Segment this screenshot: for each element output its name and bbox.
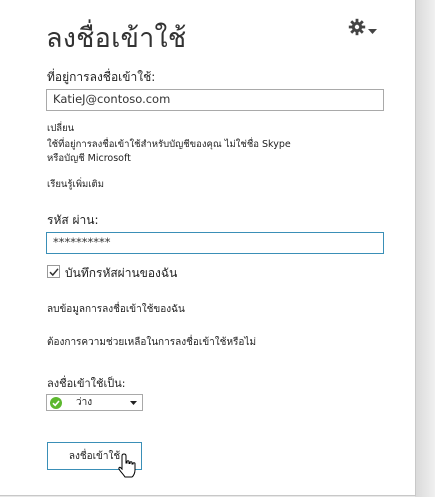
signin-address-input[interactable]: KatieJ@contoso.com <box>46 89 384 111</box>
status-dropdown[interactable]: ว่าง <box>46 394 143 411</box>
options-menu-button[interactable] <box>348 16 380 42</box>
status-value: ว่าง <box>76 397 93 408</box>
learn-more-link[interactable]: เรียนรู้เพิ่มเติม <box>47 178 104 191</box>
save-password-label[interactable]: บันทึกรหัสผ่านของฉัน <box>65 264 177 283</box>
password-input[interactable]: ********** <box>46 232 384 254</box>
window-shadow <box>415 0 435 497</box>
chevron-down-icon <box>368 20 377 39</box>
password-label: รหัส ผ่าน: <box>47 213 99 227</box>
mouse-cursor-icon <box>117 453 139 483</box>
delete-signin-info-link[interactable]: ลบข้อมูลการลงชื่อเข้าใช้ของฉัน <box>47 303 185 316</box>
save-password-checkbox[interactable] <box>47 265 60 278</box>
signin-as-label: ลงชื่อเข้าใช้เป็น: <box>47 377 126 390</box>
change-link[interactable]: เปลี่ยน <box>47 122 74 135</box>
signin-help-link[interactable]: ต้องการความช่วยเหลือในการลงชื่อเข้าใช้หร… <box>47 336 256 349</box>
change-description-line1: ใช้ที่อยู่การลงชื่อเข้าใช้สำหรับบัญชีของ… <box>47 139 291 150</box>
page-title: ลงชื่อเข้าใช้ <box>46 23 187 54</box>
checkmark-icon <box>49 268 59 277</box>
gear-icon <box>348 18 366 40</box>
chevron-down-icon <box>130 400 137 405</box>
change-description-line2: หรือบัญชี Microsoft <box>47 153 131 164</box>
available-status-icon <box>50 396 62 409</box>
signin-address-label: ที่อยู่การลงชื่อเข้าใช้: <box>47 70 156 84</box>
